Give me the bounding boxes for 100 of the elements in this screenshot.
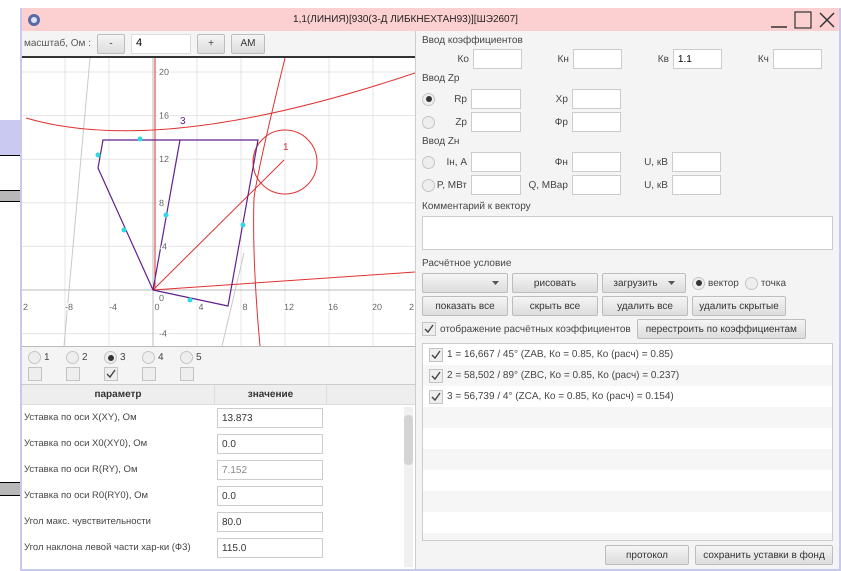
radio-button[interactable] <box>142 351 155 364</box>
vector-item[interactable]: 3 = 56,739 / 4° (ZCA, Ко = 0.85, Ко (расч) = 0.154) <box>447 389 674 404</box>
save-button[interactable]: сохранить уставки в фонд <box>695 545 833 565</box>
input-field[interactable] <box>672 152 721 172</box>
field-label: Q, МВар <box>527 178 569 192</box>
axis-tick-label: 16 <box>159 110 170 121</box>
zoom-in-button[interactable]: + <box>196 34 225 54</box>
checkbox[interactable] <box>28 367 42 381</box>
axis-tick-label: 4 <box>198 302 204 312</box>
axis-tick-label: 2 <box>23 302 28 312</box>
scrollbar[interactable] <box>404 407 413 567</box>
field-label: Zр <box>454 116 468 130</box>
field-label: U, кВ <box>643 156 669 170</box>
axis-tick-label: 12 <box>159 154 170 164</box>
checkbox[interactable] <box>104 367 118 381</box>
input-field[interactable] <box>772 49 822 69</box>
radio-button[interactable] <box>744 276 758 290</box>
input-field[interactable] <box>471 175 521 195</box>
input-field[interactable] <box>471 89 521 109</box>
radio-button[interactable] <box>422 92 435 106</box>
draw-button[interactable]: рисовать <box>512 273 598 293</box>
input-field[interactable] <box>572 112 621 132</box>
auto-scale-button[interactable]: AM <box>230 34 265 54</box>
radio-label: 4 <box>158 351 164 365</box>
field-label: Фн <box>554 156 569 170</box>
section-title: Ввод Zр <box>422 72 460 86</box>
checkbox[interactable] <box>142 367 156 381</box>
action-button[interactable]: скрыть все <box>512 296 598 316</box>
parameter-name: Угол наклона левой части хар-ки (Ф3) <box>23 540 192 555</box>
action-button[interactable]: удалить скрытые <box>692 296 786 316</box>
comment-input[interactable] <box>422 216 833 250</box>
input-field[interactable] <box>472 49 522 69</box>
radio-button[interactable] <box>692 276 705 290</box>
checkbox[interactable] <box>429 348 443 362</box>
field-label: Rр <box>453 92 468 106</box>
background-strip <box>0 190 20 202</box>
checkbox[interactable] <box>180 367 194 381</box>
app-logo-icon <box>26 12 42 28</box>
radio-button[interactable] <box>422 116 435 128</box>
column-header[interactable]: параметр <box>22 385 215 404</box>
input-field[interactable] <box>572 89 621 109</box>
radio-button[interactable] <box>28 351 41 364</box>
radio-label: точка <box>760 276 786 290</box>
field-label: Ко <box>456 52 470 66</box>
column-header[interactable]: значение <box>215 385 327 404</box>
radio-button[interactable] <box>104 351 117 364</box>
input-field[interactable] <box>672 175 721 195</box>
field-label: Кв <box>656 52 670 66</box>
checkbox[interactable] <box>422 322 436 336</box>
value-input[interactable]: 13.873 <box>217 408 323 428</box>
scale-label: масштаб, Ом : <box>24 37 91 51</box>
vector-item[interactable]: 1 = 16,667 / 45° (ZAB, Ко = 0.85, Ко (расч) = 0.85) <box>447 347 674 362</box>
axis-tick-label: 20 <box>159 67 170 77</box>
rebuild-button[interactable]: перестроить по коэффициентам <box>636 319 806 339</box>
curve-label: 3 <box>180 116 186 127</box>
checkbox[interactable] <box>429 390 443 404</box>
section-title: Ввод Zн <box>422 135 460 149</box>
parameter-name: Уставка по оси R(RY), Ом <box>23 462 138 477</box>
window-title: 1,1(ЛИНИЯ)[930(3-Д ЛИБКНЕХТАН93)][ШЭ2607] <box>292 13 519 27</box>
value-input[interactable]: 0.0 <box>217 434 323 454</box>
parameter-name: Уставка по оси X0(XY0), Ом <box>23 436 148 451</box>
close-icon[interactable] <box>817 10 837 30</box>
axis-tick-label: 12 <box>284 302 294 312</box>
value-input[interactable]: 115.0 <box>217 538 323 558</box>
action-button[interactable]: показать все <box>422 296 508 316</box>
axis-tick-label: 8 <box>242 302 248 312</box>
input-field[interactable] <box>471 152 521 172</box>
parameter-name: Уставка по оси X(XY), Ом <box>23 410 138 425</box>
axis-tick-label: 16 <box>328 302 338 312</box>
checkbox[interactable] <box>429 368 443 382</box>
input-field[interactable]: 1.1 <box>672 49 722 69</box>
field-label: Кч <box>756 52 770 66</box>
caret-icon <box>492 281 499 285</box>
field-label: Фр <box>554 116 569 130</box>
protocol-button[interactable]: протокол <box>605 545 689 565</box>
caret-icon <box>668 281 675 285</box>
input-field[interactable] <box>572 152 621 172</box>
condition-dropdown[interactable] <box>422 273 508 293</box>
radio-label: 3 <box>120 351 126 365</box>
input-field[interactable] <box>471 112 521 132</box>
zoom-out-button[interactable]: - <box>96 34 125 54</box>
axis-tick-label: 0 <box>159 293 164 303</box>
input-field[interactable] <box>572 175 621 195</box>
radio-button[interactable] <box>66 351 79 364</box>
maximize-icon[interactable] <box>793 10 813 30</box>
axis-tick-label: 0 <box>154 302 160 312</box>
section-title: Ввод коэффициентов <box>422 34 524 48</box>
radio-label: вектор <box>708 276 739 290</box>
scale-input[interactable]: 4 <box>130 34 191 54</box>
load-button[interactable]: загрузить <box>602 273 686 293</box>
input-field[interactable] <box>572 49 622 69</box>
value-input[interactable]: 80.0 <box>217 512 323 532</box>
checkbox[interactable] <box>66 367 80 381</box>
action-button[interactable]: удалить все <box>602 296 688 316</box>
radio-button[interactable] <box>422 178 435 192</box>
value-input[interactable]: 0.0 <box>217 486 323 506</box>
section-title: Расчётное условие <box>422 257 512 271</box>
field-label: Кн <box>556 52 570 66</box>
radio-button[interactable] <box>422 156 435 168</box>
radio-button[interactable] <box>180 351 193 364</box>
